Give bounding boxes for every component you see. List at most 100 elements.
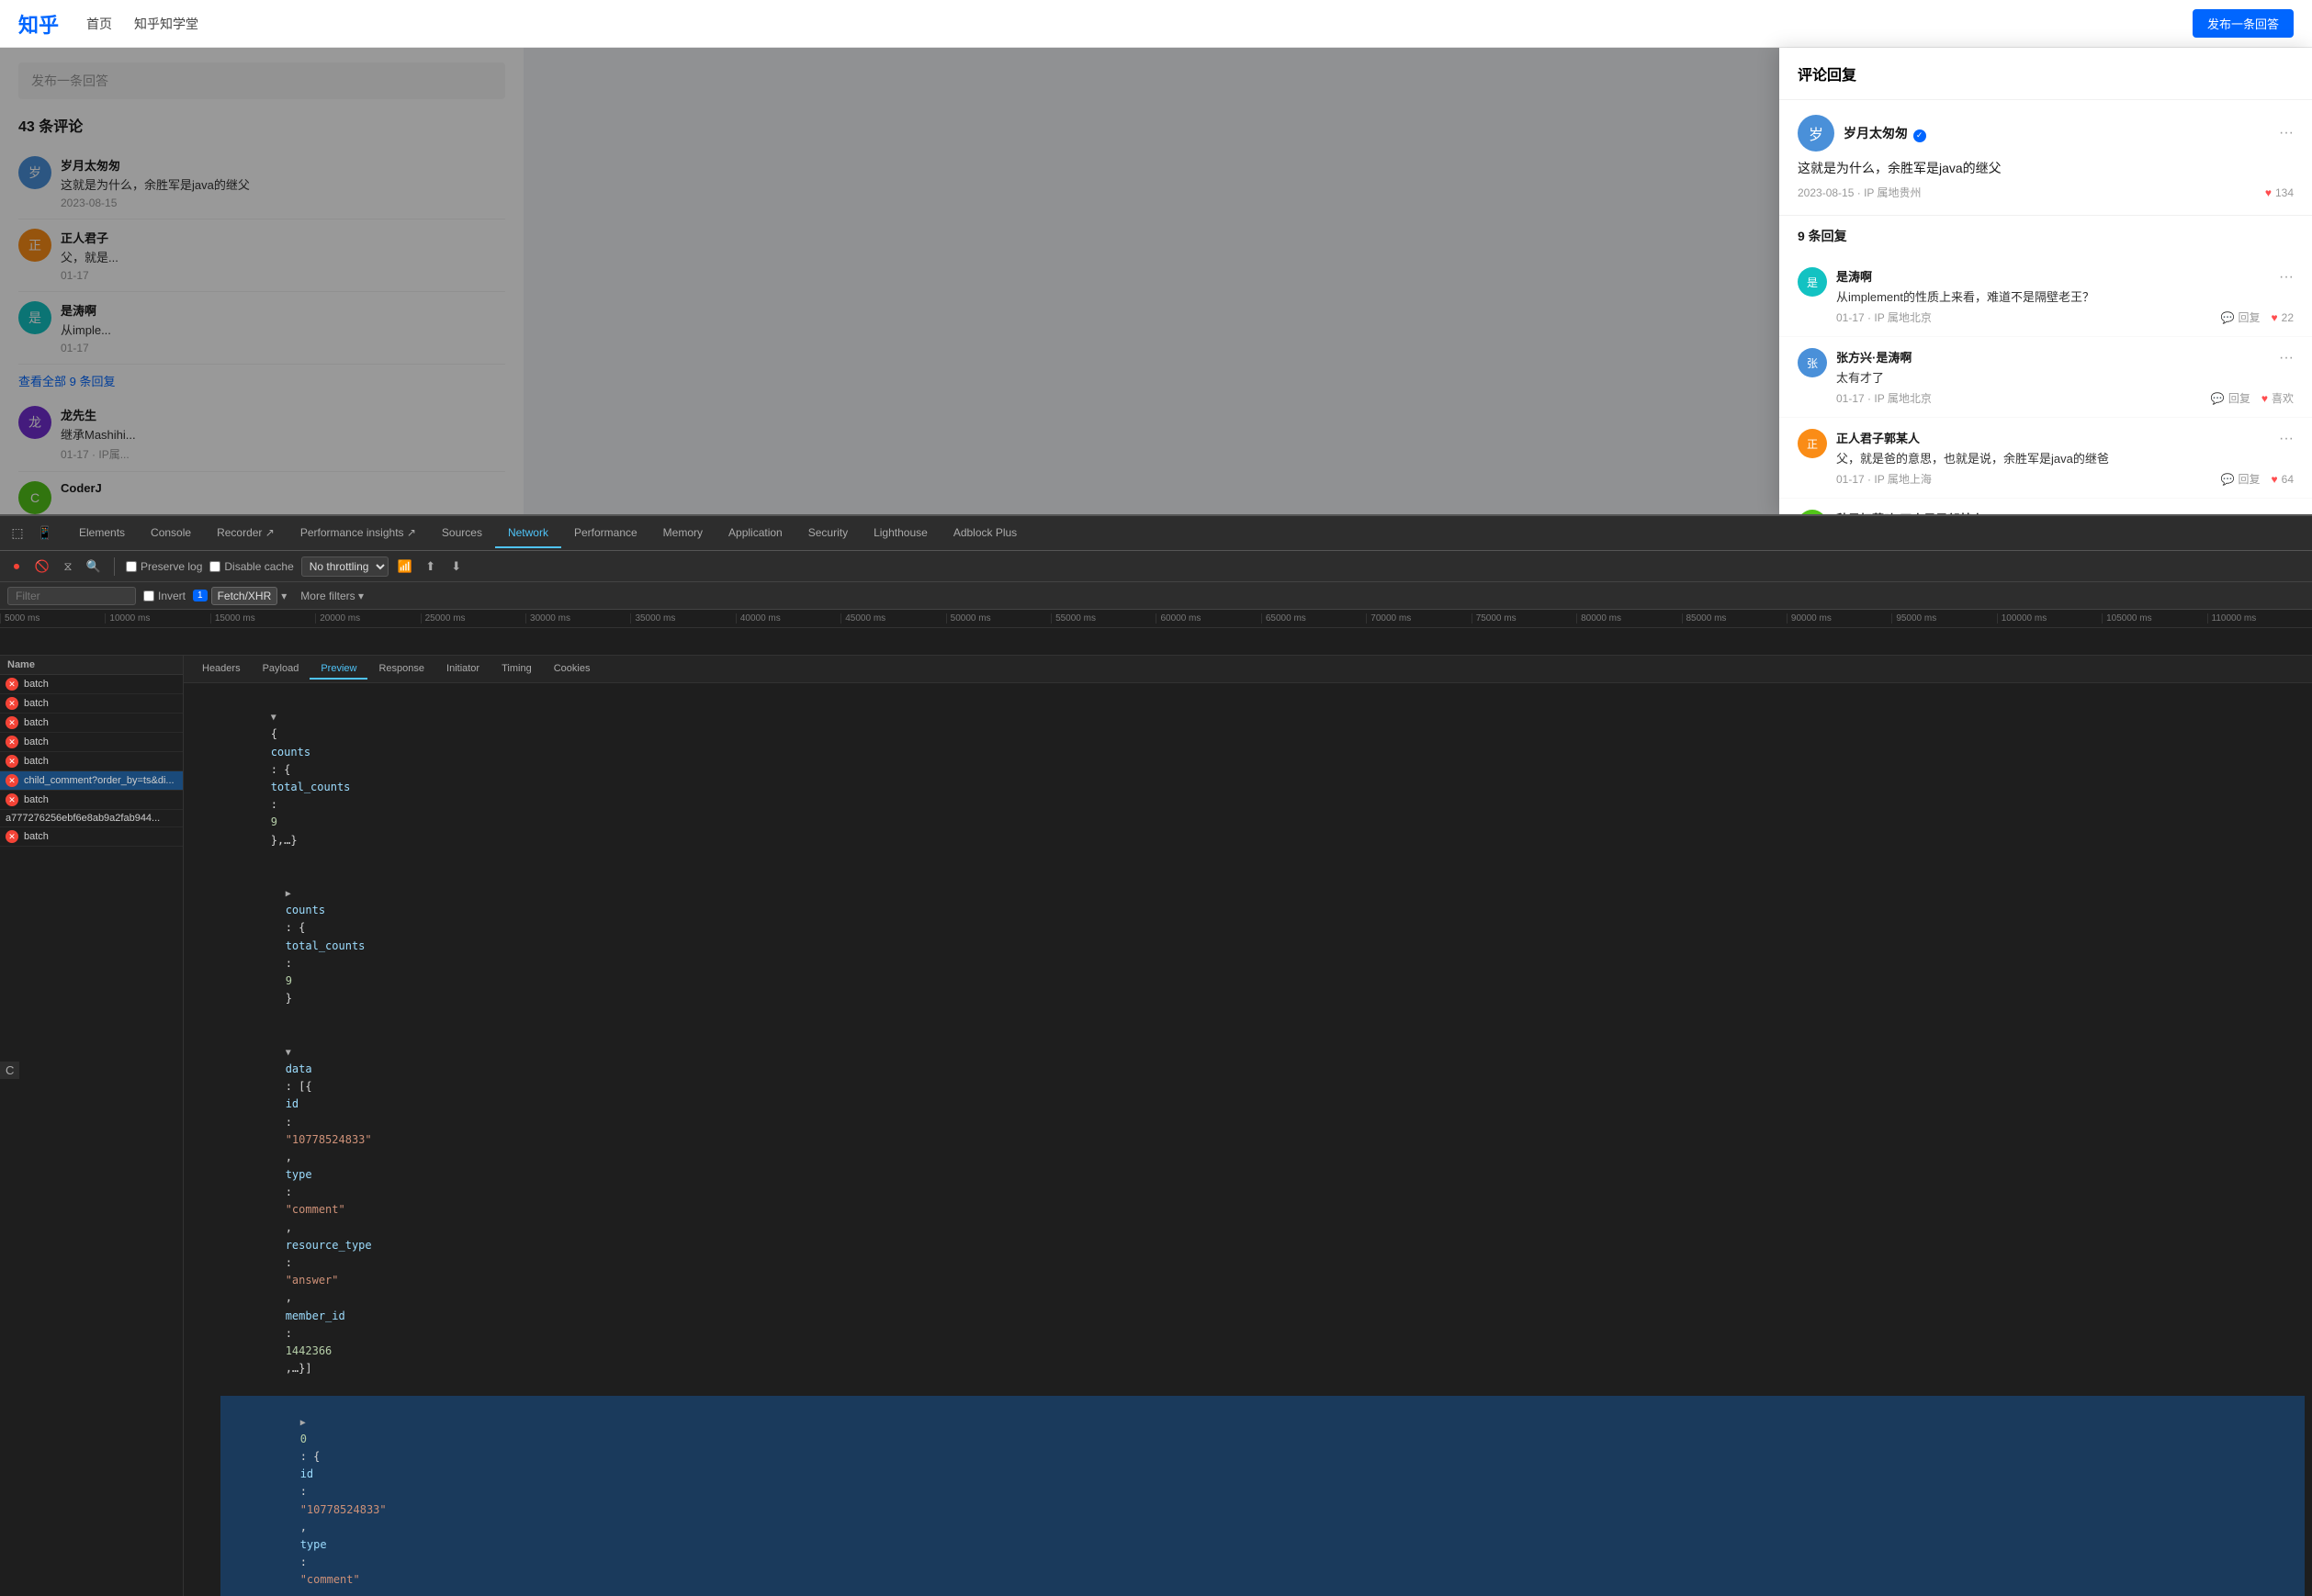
clear-btn[interactable]: 🚫 (33, 557, 51, 576)
filter-icon-btn[interactable]: ⧖ (59, 557, 77, 576)
header-right: 发布一条回答 (2193, 9, 2294, 38)
reply-meta-row-1: 01-17 · IP 属地北京 💬 回复 ♥ 22 (1836, 309, 2294, 325)
reply-more-btn-4[interactable]: ··· (2279, 511, 2294, 514)
throttle-select[interactable]: No throttling (301, 556, 389, 577)
mark-75000: 75000 ms (1472, 613, 1576, 624)
json-counts-line[interactable]: ▶ counts : { total_counts : 9 } (206, 867, 2305, 1026)
request-item-8[interactable]: a777276256ebf6e8ab9a2fab944... (0, 810, 183, 827)
tab-performance[interactable]: Performance (561, 519, 650, 548)
top-comment-meta: 2023-08-15 · IP 属地贵州 ♥ 134 (1798, 185, 2294, 200)
like-btn-3[interactable]: ♥ 64 (2272, 473, 2294, 486)
preview-panel: Headers Payload Preview Response Initiat… (184, 656, 2312, 1596)
device-icon[interactable]: 📱 (35, 523, 55, 544)
request-item-3[interactable]: ✕ batch (0, 714, 183, 733)
filter-dropdown-arrow[interactable]: ▾ (281, 590, 287, 602)
preview-tab-timing[interactable]: Timing (491, 659, 543, 680)
comment-icon-3: 💬 (2221, 473, 2235, 486)
request-item-4[interactable]: ✕ batch (0, 733, 183, 752)
reply-btn-3[interactable]: 💬 回复 (2221, 471, 2261, 487)
record-btn[interactable]: ⏺ (7, 557, 26, 576)
request-name-2: batch (24, 698, 177, 709)
top-comment-author-name: 岁月太匆匆 ✓ (1844, 124, 1926, 142)
reply-actions-3: 💬 回复 ♥ 64 (2221, 471, 2294, 487)
tab-application[interactable]: Application (716, 519, 795, 548)
top-comment-likes: ♥ 134 (2265, 186, 2294, 199)
disable-cache-label[interactable]: Disable cache (209, 560, 293, 573)
page-content: 发布一条回答 43 条评论 岁 岁月太匆匆 这就是为什么，余胜军是java的继父… (0, 48, 2312, 514)
error-icon-7: ✕ (6, 793, 18, 806)
tab-sources[interactable]: Sources (429, 519, 495, 548)
json-item-0[interactable]: ▶ 0 : { id : "10778524833" , type : "com… (220, 1396, 2305, 1596)
preview-tab-initiator[interactable]: Initiator (435, 659, 491, 680)
top-comment-more-btn[interactable]: ··· (2279, 125, 2294, 141)
filter-input[interactable] (7, 587, 136, 605)
tab-network[interactable]: Network (495, 519, 561, 548)
preserve-log-label[interactable]: Preserve log (126, 560, 202, 573)
preview-tab-cookies[interactable]: Cookies (543, 659, 602, 680)
expand-data[interactable]: ▼ (286, 1046, 299, 1061)
preview-tab-headers[interactable]: Headers (191, 659, 252, 680)
reply-body-3: 正人君子郭某人 ··· 父，就是爸的意思，也就是说，余胜军是java的继爸 01… (1836, 429, 2294, 487)
mark-60000: 60000 ms (1156, 613, 1260, 624)
reply-btn-1[interactable]: 💬 回复 (2221, 309, 2261, 325)
expand-counts[interactable]: ▶ (286, 887, 299, 902)
reply-text-2: 太有才了 (1836, 368, 2294, 386)
nav-home[interactable]: 首页 (86, 15, 112, 33)
wifi-icon[interactable]: 📶 (396, 557, 414, 576)
tab-recorder[interactable]: Recorder ↗ (204, 519, 288, 548)
tab-elements[interactable]: Elements (66, 519, 138, 548)
more-filters-btn[interactable]: More filters ▾ (294, 587, 370, 605)
preview-tab-preview[interactable]: Preview (310, 659, 367, 680)
request-item-7[interactable]: ✕ batch (0, 791, 183, 810)
disable-cache-text: Disable cache (224, 560, 293, 573)
preview-tab-payload[interactable]: Payload (252, 659, 310, 680)
reply-btn-2[interactable]: 💬 回复 (2211, 390, 2250, 406)
tab-security[interactable]: Security (795, 519, 861, 548)
request-item-1[interactable]: ✕ batch (0, 675, 183, 694)
reply-more-btn-2[interactable]: ··· (2279, 350, 2294, 366)
request-item-9[interactable]: ✕ batch (0, 827, 183, 847)
tab-lighthouse[interactable]: Lighthouse (861, 519, 941, 548)
preserve-log-checkbox[interactable] (126, 561, 137, 572)
mark-15000: 15000 ms (210, 613, 315, 624)
request-item-2[interactable]: ✕ batch (0, 694, 183, 714)
json-data-line[interactable]: ▼ data : [{ id : "10778524833" , type : … (206, 1026, 2305, 1396)
reply-more-btn-3[interactable]: ··· (2279, 431, 2294, 447)
request-item-5[interactable]: ✕ batch (0, 752, 183, 771)
reply-body-4: 秋风扫落叶·正人君子郭某人 ··· 岁 回复 岁月太匆匆 (1836, 510, 2294, 514)
invert-checkbox[interactable] (143, 590, 154, 601)
reply-more-btn-1[interactable]: ··· (2279, 269, 2294, 286)
network-filter-bar: Invert 1 Fetch/XHR ▾ More filters ▾ (0, 582, 2312, 610)
network-main: Name ✕ batch ✕ batch ✕ batch ✕ batch (0, 656, 2312, 1596)
fetch-xhr-badge: 1 (193, 590, 208, 601)
mark-85000: 85000 ms (1682, 613, 1787, 624)
mark-95000: 95000 ms (1891, 613, 1996, 624)
request-name-8: a777276256ebf6e8ab9a2fab944... (6, 813, 177, 824)
request-name-1: batch (24, 679, 177, 690)
reply-avatar-3: 正 (1798, 429, 1827, 458)
expand-root[interactable]: ▼ (271, 711, 284, 725)
download-icon[interactable]: ⬇ (447, 557, 466, 576)
tab-memory[interactable]: Memory (650, 519, 716, 548)
write-answer-btn[interactable]: 发布一条回答 (2193, 9, 2294, 38)
like-btn-2[interactable]: ♥ 喜欢 (2261, 390, 2294, 406)
request-item-6[interactable]: ✕ child_comment?order_by=ts&di... (0, 771, 183, 791)
upload-icon[interactable]: ⬆ (422, 557, 440, 576)
modal-overlay[interactable]: 评论回复 岁 岁月太匆匆 ✓ ··· 这就是为什么，余胜军是java的继父 (0, 48, 2312, 514)
invert-label[interactable]: Invert (143, 590, 186, 602)
tab-console[interactable]: Console (138, 519, 204, 548)
network-toolbar: ⏺ 🚫 ⧖ 🔍 Preserve log Disable cache No th… (0, 551, 2312, 582)
mark-40000: 40000 ms (736, 613, 840, 624)
like-btn-1[interactable]: ♥ 22 (2272, 311, 2294, 324)
tab-performance-insights[interactable]: Performance insights ↗ (288, 519, 429, 548)
cursor-icon[interactable]: ⬚ (7, 523, 28, 544)
json-root-line[interactable]: ▼ { counts : { total_counts : 9 },…} (191, 691, 2305, 867)
preview-tab-response[interactable]: Response (367, 659, 435, 680)
expand-item-0[interactable]: ▶ (300, 1416, 313, 1431)
tab-adblock[interactable]: Adblock Plus (941, 519, 1030, 548)
search-btn[interactable]: 🔍 (85, 557, 103, 576)
reply-actions-2: 💬 回复 ♥ 喜欢 (2211, 390, 2294, 406)
disable-cache-checkbox[interactable] (209, 561, 220, 572)
fetch-xhr-btn[interactable]: Fetch/XHR (211, 587, 278, 605)
nav-learn[interactable]: 知乎知学堂 (134, 15, 198, 33)
